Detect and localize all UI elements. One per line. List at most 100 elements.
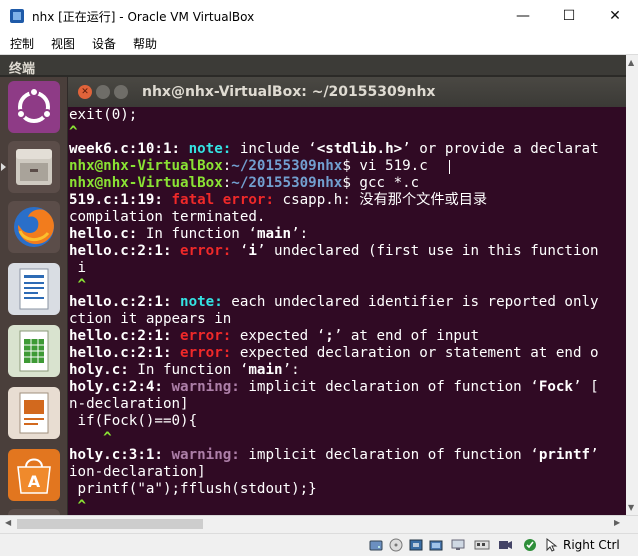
- terminal-line: hello.c:2:1: note: each undeclared ident…: [69, 294, 599, 311]
- terminal-text: :: [222, 175, 232, 191]
- terminal-text: ^: [69, 498, 87, 514]
- status-bar: Right Ctrl: [0, 533, 638, 556]
- window-title: nhx [正在运行] - Oracle VM VirtualBox: [32, 10, 255, 24]
- terminal-text: ’ at end of input: [333, 328, 480, 344]
- launcher-item-writer[interactable]: [8, 263, 60, 315]
- hard-disk-icon[interactable]: [368, 537, 384, 553]
- cpu-icon[interactable]: [522, 537, 538, 553]
- horizontal-scrollbar[interactable]: ◀ ▶: [0, 515, 638, 533]
- terminal-text: nhx@nhx-VirtualBox: [69, 175, 223, 191]
- window-titlebar[interactable]: nhx [正在运行] - Oracle VM VirtualBox — ☐ ✕: [0, 0, 638, 33]
- terminal-text: printf: [538, 447, 591, 463]
- menu-help[interactable]: 帮助: [126, 35, 164, 52]
- terminal-text: i: [69, 260, 87, 276]
- terminal-text: holy.c:: [69, 362, 129, 378]
- terminal-line: 519.c:1:19: fatal error: csapp.h: 没有那个文件…: [69, 192, 487, 209]
- terminal-text: compilation terminated.: [69, 209, 266, 225]
- guest-display[interactable]: 终端 A ✕ nhx@nhx-VirtualBox: ~/20155309nhx…: [0, 55, 638, 515]
- terminal-text: $ gcc *.c: [342, 175, 420, 191]
- terminal-text: ’ [: [572, 379, 599, 395]
- terminal-line: holy.c:3:1: warning: implicit declaratio…: [69, 447, 599, 464]
- maximize-button[interactable]: ☐: [546, 0, 592, 32]
- terminal-text: ’:: [291, 226, 309, 242]
- terminal-text: implicit declaration of function ‘: [239, 379, 539, 395]
- text-cursor: [449, 160, 450, 174]
- terminal-text: n-declaration]: [69, 396, 189, 412]
- launcher-item-calc[interactable]: [8, 325, 60, 377]
- terminal-text: <stdlib.h>: [316, 141, 403, 157]
- terminal-text: main: [248, 362, 283, 378]
- terminal-text: printf("a");fflush(stdout);}: [69, 481, 317, 497]
- terminal-text: error:: [180, 243, 232, 259]
- launcher-item-files[interactable]: [8, 141, 60, 193]
- terminal-text: error:: [180, 345, 232, 361]
- terminal-text: hello.c:2:1:: [69, 243, 181, 259]
- terminal-line: ion-declaration]: [69, 464, 206, 481]
- close-button[interactable]: ✕: [592, 0, 638, 32]
- vertical-scrollbar[interactable]: ▲ ▼: [626, 55, 638, 515]
- network-icon[interactable]: [474, 537, 490, 553]
- libreoffice-calc-icon: [19, 330, 49, 372]
- terminal-text: nhx@nhx-VirtualBox: [69, 158, 223, 174]
- display-icon[interactable]: [450, 537, 466, 553]
- terminal-text: implicit declaration of function ‘: [239, 447, 539, 463]
- virtualbox-app-icon: [10, 9, 24, 23]
- terminal-text: i: [248, 243, 257, 259]
- launcher-item-firefox[interactable]: [8, 201, 60, 253]
- menu-control[interactable]: 控制: [3, 35, 41, 52]
- terminal-text: 519.c:1:19:: [69, 192, 172, 208]
- terminal-text: ‘: [231, 243, 249, 259]
- scroll-right-icon[interactable]: ▶: [614, 518, 620, 527]
- terminal-text: ^: [69, 124, 78, 140]
- terminal-text: week6.c:10:1:: [69, 141, 189, 157]
- terminal-text: ~/20155309nhx: [231, 158, 343, 174]
- menu-view[interactable]: 视图: [44, 35, 82, 52]
- terminal-text: In function ‘: [128, 362, 249, 378]
- recording-icon[interactable]: [497, 537, 513, 553]
- terminal-output[interactable]: exit(0); ^ week6.c:10:1: note: include ‘<s…: [69, 107, 638, 515]
- terminal-maximize-button[interactable]: [114, 85, 128, 99]
- terminal-text: fatal error:: [171, 192, 275, 208]
- terminal-text: holy.c:2:4:: [69, 379, 172, 395]
- launcher-item-dash[interactable]: [8, 81, 60, 133]
- scroll-thumb[interactable]: [17, 519, 203, 529]
- terminal-text: csapp.h: 没有那个文件或目录: [274, 192, 488, 208]
- terminal-line: nhx@nhx-VirtualBox:~/20155309nhx$ gcc *.…: [69, 175, 419, 192]
- terminal-text: note:: [180, 294, 223, 310]
- terminal-text: hello.c:2:1:: [69, 294, 181, 310]
- terminal-text: warning:: [171, 379, 240, 395]
- terminal-line: compilation terminated.: [69, 209, 265, 226]
- terminal-minimize-button[interactable]: [96, 85, 110, 99]
- shared-folders-icon[interactable]: [428, 537, 444, 553]
- software-center-icon: A: [17, 458, 51, 494]
- terminal-text: expected declaration or statement at end…: [231, 345, 599, 361]
- terminal-text: warning:: [171, 447, 240, 463]
- launcher-item-impress[interactable]: [8, 387, 60, 439]
- terminal-close-button[interactable]: ✕: [78, 85, 92, 99]
- host-key-label: Right Ctrl: [563, 538, 620, 552]
- libreoffice-impress-icon: [19, 392, 49, 434]
- minimize-button[interactable]: —: [500, 0, 546, 32]
- terminal-title: nhx@nhx-VirtualBox: ~/20155309nhx: [142, 84, 436, 100]
- terminal-text: holy.c:3:1:: [69, 447, 172, 463]
- terminal-text: :: [222, 158, 232, 174]
- launcher-item-software[interactable]: A: [8, 449, 60, 501]
- terminal-text: hello.c:: [69, 226, 138, 242]
- scroll-up-icon[interactable]: ▲: [628, 58, 634, 67]
- scroll-left-icon[interactable]: ◀: [5, 518, 11, 527]
- terminal-window[interactable]: ✕ nhx@nhx-VirtualBox: ~/20155309nhx exit…: [68, 77, 638, 515]
- terminal-text: ’ undeclared (first use in this function: [256, 243, 599, 259]
- scroll-down-icon[interactable]: ▼: [628, 503, 634, 512]
- terminal-line: if(Fock()==0){: [69, 413, 198, 430]
- terminal-line: holy.c:2:4: warning: implicit declaratio…: [69, 379, 599, 396]
- mouse-integration-icon[interactable]: [543, 537, 559, 553]
- terminal-text: ’ or provide a declarat: [402, 141, 599, 157]
- terminal-text: ^: [69, 430, 112, 446]
- terminal-text: ^: [69, 277, 87, 293]
- terminal-titlebar[interactable]: ✕ nhx@nhx-VirtualBox: ~/20155309nhx: [68, 77, 638, 107]
- usb-icon[interactable]: [408, 537, 424, 553]
- menu-devices[interactable]: 设备: [85, 35, 123, 52]
- menu-bar: 控制 视图 设备 帮助: [0, 32, 638, 55]
- optical-drive-icon[interactable]: [388, 537, 404, 553]
- terminal-line: ^: [69, 124, 78, 141]
